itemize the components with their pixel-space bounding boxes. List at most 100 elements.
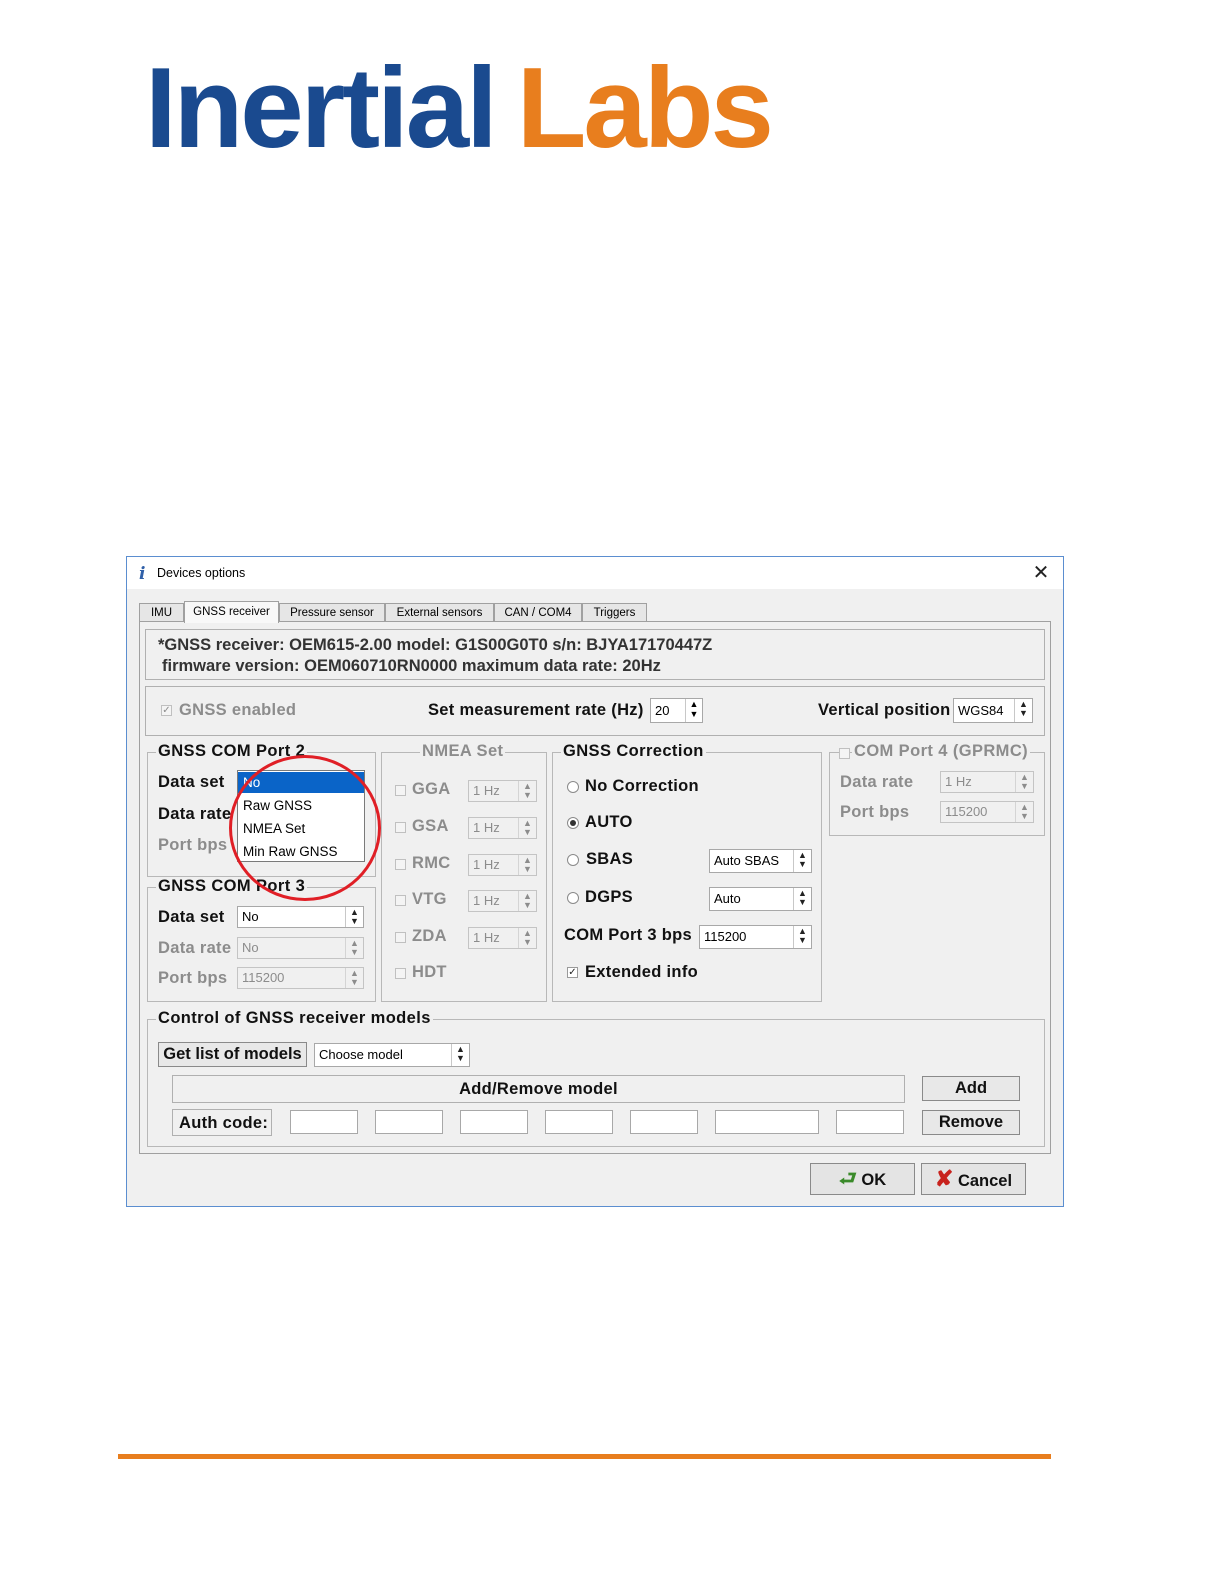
com3-data-set-label: Data set (158, 908, 225, 926)
com-port-4-group: COM Port 4 (GPRMC) Data rate 1 Hz ▲ ▼ Port… (829, 742, 1045, 836)
sbas-value: Auto SBAS (714, 853, 780, 868)
sbas-select[interactable]: Auto SBAS ▲ ▼ (709, 849, 812, 873)
auto-radio[interactable] (567, 817, 579, 829)
gsa-rate-select[interactable]: 1 Hz ▲ ▼ (468, 817, 537, 839)
tab-pressure-sensor[interactable]: Pressure sensor (279, 603, 385, 622)
dropdown-option-min-raw-gnss[interactable]: Min Raw GNSS (238, 841, 364, 863)
com3-data-rate-select[interactable]: No ▲ ▼ (237, 937, 364, 959)
add-remove-model-bar: Add/Remove model (172, 1075, 905, 1103)
dgps-select[interactable]: Auto ▲ ▼ (709, 887, 812, 911)
com4-data-rate-label: Data rate (840, 773, 914, 791)
auth-code-field-5[interactable] (630, 1110, 698, 1134)
footer-divider (118, 1454, 1051, 1459)
sbas-radio[interactable] (567, 854, 579, 866)
zda-label: ZDA (412, 927, 447, 945)
dgps-label: DGPS (585, 888, 633, 906)
cancel-x-icon: ✘ (934, 1166, 954, 1191)
tab-triggers[interactable]: Triggers (582, 603, 647, 622)
spin-arrows-icon[interactable]: ▲ ▼ (685, 699, 702, 722)
rmc-rate-select[interactable]: 1 Hz ▲ ▼ (468, 854, 537, 876)
auth-code-field-4[interactable] (545, 1110, 613, 1134)
dropdown-option-nmea-set[interactable]: NMEA Set (238, 818, 364, 840)
tab-gnss-receiver[interactable]: GNSS receiver (184, 601, 279, 623)
extended-info-checkbox[interactable]: ✓ (567, 967, 578, 978)
remove-button[interactable]: Remove (922, 1110, 1020, 1135)
vtg-checkbox[interactable] (395, 895, 406, 906)
gsa-rate-value: 1 Hz (473, 820, 500, 835)
rmc-checkbox[interactable] (395, 859, 406, 870)
logo-text-inertial: Inertial (145, 45, 498, 172)
cancel-button[interactable]: ✘ Cancel (921, 1163, 1026, 1195)
ok-button[interactable]: ⮐ OK (810, 1163, 915, 1195)
set-rate-spinbox[interactable]: 20 ▲ ▼ (650, 698, 703, 723)
com3-data-set-select[interactable]: No ▲ ▼ (237, 906, 364, 928)
receiver-info-line1: *GNSS receiver: OEM615-2.00 model: G1S00… (158, 636, 713, 654)
gga-rate-select[interactable]: 1 Hz ▲ ▼ (468, 780, 537, 802)
nmea-set-title: NMEA Set (420, 742, 506, 761)
chevron-updown-icon: ▲ ▼ (345, 968, 363, 988)
dgps-value: Auto (714, 891, 741, 906)
gnss-correction-title: GNSS Correction (561, 742, 706, 761)
chevron-updown-icon: ▲ ▼ (451, 1044, 469, 1066)
dropdown-option-raw-gnss[interactable]: Raw GNSS (238, 795, 364, 817)
sbas-label: SBAS (586, 850, 634, 868)
cancel-label: Cancel (957, 1172, 1013, 1190)
vtg-label: VTG (412, 890, 447, 908)
auth-code-field-3[interactable] (460, 1110, 528, 1134)
com3-port-bps-select[interactable]: 115200 ▲ ▼ (237, 967, 364, 989)
auth-code-field-7[interactable] (836, 1110, 904, 1134)
gsa-checkbox[interactable] (395, 822, 406, 833)
vtg-rate-select[interactable]: 1 Hz ▲ ▼ (468, 890, 537, 912)
com3-port-bps-value: 115200 (242, 970, 285, 985)
com3-data-rate-label: Data rate (158, 939, 232, 957)
auth-code-field-2[interactable] (375, 1110, 443, 1134)
get-list-of-models-button[interactable]: Get list of models (158, 1042, 307, 1067)
hdt-checkbox[interactable] (395, 968, 406, 979)
com4-data-rate-select[interactable]: 1 Hz ▲ ▼ (940, 771, 1034, 793)
com3-bps-select[interactable]: 115200 ▲ ▼ (699, 925, 812, 949)
com-port-3-group: GNSS COM Port 3 Data set No ▲ ▼ Data rate… (147, 877, 376, 1002)
rmc-label: RMC (412, 854, 451, 872)
no-correction-radio[interactable] (567, 781, 579, 793)
chevron-updown-icon: ▲ ▼ (793, 850, 811, 872)
com3-bps-label: COM Port 3 bps (564, 926, 692, 944)
add-remove-model-label: Add/Remove model (459, 1080, 618, 1098)
com2-data-set-dropdown[interactable]: No Raw GNSS NMEA Set Min Raw GNSS (237, 770, 365, 862)
close-icon[interactable]: ✕ (1027, 561, 1055, 585)
chevron-updown-icon: ▲ ▼ (518, 891, 536, 911)
receiver-models-group: Control of GNSS receiver models Get list… (147, 1009, 1045, 1147)
inertial-labs-logo: Inertial Labs (145, 52, 774, 166)
com4-port-bps-select[interactable]: 115200 ▲ ▼ (940, 801, 1034, 823)
zda-rate-select[interactable]: 1 Hz ▲ ▼ (468, 927, 537, 949)
gga-checkbox[interactable] (395, 785, 406, 796)
vtg-rate-value: 1 Hz (473, 893, 500, 908)
com-port-4-title: COM Port 4 (GPRMC) (852, 742, 1031, 761)
tab-imu[interactable]: IMU (139, 603, 184, 622)
chevron-updown-icon: ▲ ▼ (793, 926, 811, 948)
choose-model-value: Choose model (319, 1047, 403, 1062)
dialog-titlebar: i Devices options ✕ (127, 557, 1063, 589)
tab-can-com4[interactable]: CAN / COM4 (494, 603, 582, 622)
tab-external-sensors[interactable]: External sensors (385, 603, 494, 622)
set-rate-label: Set measurement rate (Hz) (428, 701, 644, 719)
dgps-radio[interactable] (567, 892, 579, 904)
choose-model-select[interactable]: Choose model ▲ ▼ (314, 1043, 470, 1067)
com4-data-rate-value: 1 Hz (945, 774, 972, 789)
com-port-4-checkbox[interactable] (839, 748, 850, 759)
extended-info-label: Extended info (585, 963, 698, 981)
com2-port-bps-label: Port bps (158, 836, 228, 854)
dropdown-option-no[interactable]: No (238, 772, 364, 793)
dialog-title: Devices options (157, 566, 246, 580)
zda-checkbox[interactable] (395, 932, 406, 943)
gnss-enabled-checkbox[interactable]: ✓ (161, 705, 172, 716)
auth-code-field-6[interactable] (715, 1110, 819, 1134)
gga-rate-value: 1 Hz (473, 783, 500, 798)
zda-rate-value: 1 Hz (473, 930, 500, 945)
auth-code-field-1[interactable] (290, 1110, 358, 1134)
receiver-info-line2: firmware version: OEM060710RN0000 maximu… (162, 657, 661, 675)
com3-bps-value: 115200 (704, 929, 747, 944)
chevron-updown-icon: ▲ ▼ (1015, 772, 1033, 792)
gnss-enabled-label: GNSS enabled (179, 701, 297, 719)
vertical-position-select[interactable]: WGS84 ▲ ▼ (953, 698, 1033, 723)
add-button[interactable]: Add (922, 1076, 1020, 1101)
